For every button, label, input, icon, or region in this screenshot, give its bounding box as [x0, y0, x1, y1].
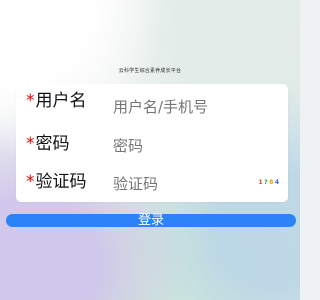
captcha-label: * 验证码 [26, 170, 87, 194]
captcha-char: ? [264, 178, 269, 186]
captcha-label-text: 验证码 [35, 172, 87, 192]
captcha-row: * 验证码 1 ? 8 4 [16, 170, 288, 196]
required-mark: * [26, 91, 35, 111]
login-button[interactable]: 登录 [6, 214, 296, 227]
captcha-char: 4 [274, 178, 280, 186]
required-mark: * [26, 134, 35, 154]
password-row: * 密码 [16, 132, 288, 158]
password-label: * 密码 [26, 132, 70, 156]
username-label-text: 用户名 [35, 91, 87, 111]
captcha-char: 1 [258, 178, 264, 186]
required-mark: * [26, 172, 35, 192]
username-row: * 用户名 [16, 89, 288, 119]
password-input[interactable] [113, 134, 263, 158]
password-label-text: 密码 [35, 134, 70, 154]
username-input[interactable] [113, 95, 263, 119]
page-title: 云科学生综合素养成长平台 [118, 68, 182, 74]
captcha-image-icon[interactable]: 1 ? 8 4 [256, 176, 282, 188]
captcha-char: 8 [269, 178, 274, 186]
username-label: * 用户名 [26, 89, 87, 113]
login-card: * 用户名 * 密码 * 验证码 1 ? 8 4 [16, 84, 288, 202]
captcha-input[interactable] [113, 172, 263, 196]
